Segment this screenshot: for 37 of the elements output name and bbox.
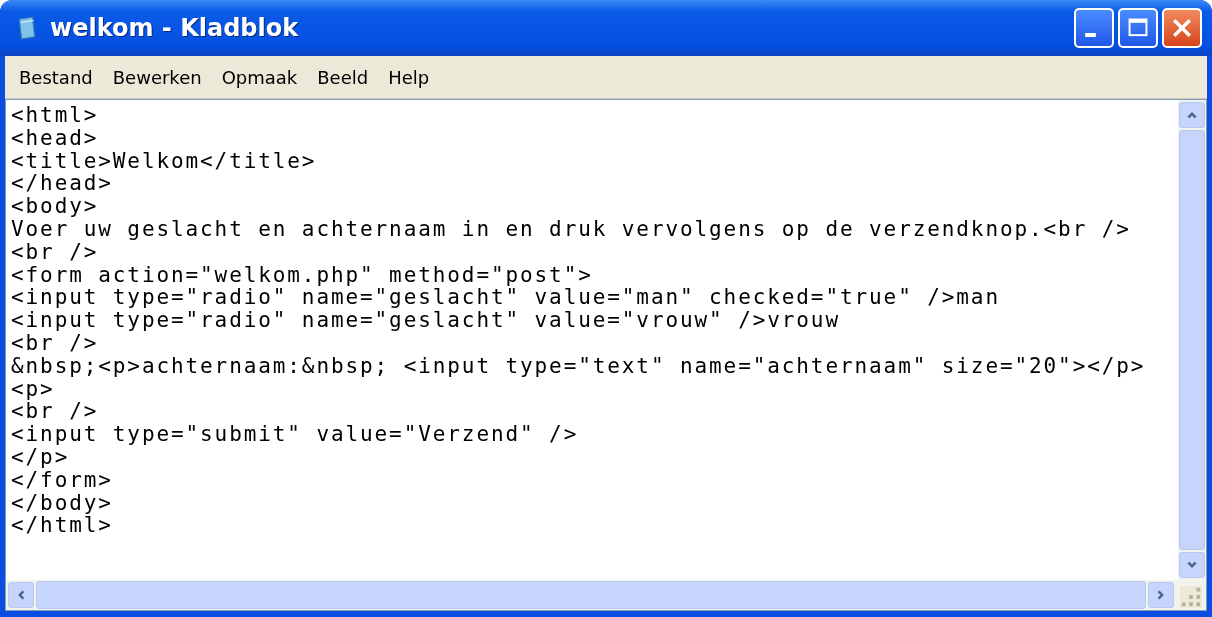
close-button[interactable]	[1162, 8, 1202, 48]
code-line: <title>Welkom</title>	[11, 149, 318, 173]
menu-item[interactable]: Bewerken	[112, 66, 202, 88]
notepad-icon	[16, 16, 38, 40]
vertical-scrollbar[interactable]	[1178, 100, 1206, 580]
menu-item[interactable]: Opmaak	[221, 66, 298, 88]
code-line: </p>	[11, 445, 70, 469]
menu-item[interactable]: Help	[388, 66, 430, 88]
resize-grip-icon[interactable]	[1180, 586, 1202, 608]
maximize-button[interactable]	[1118, 8, 1158, 48]
code-line: <form action="welkom.php" method="post">	[11, 263, 594, 287]
code-line: <br />	[11, 240, 100, 264]
code-line: <input type="radio" name="geslacht" value="man" checked="true" />man	[11, 286, 1001, 310]
code-line: </body>	[11, 491, 114, 515]
minimize-icon	[1084, 33, 1096, 37]
code-line: </html>	[11, 514, 114, 538]
code-line: <head>	[11, 126, 100, 150]
code-line: <input type="submit" value="Verzend" />	[11, 423, 580, 446]
scroll-down-button[interactable]	[1179, 552, 1205, 578]
code-line: </form>	[11, 468, 114, 492]
code-line: <html>	[11, 104, 100, 127]
scroll-right-button[interactable]	[1148, 582, 1174, 608]
scroll-up-button[interactable]	[1179, 102, 1205, 128]
menu-item[interactable]: Beeld	[317, 66, 369, 88]
code-line: <br />	[11, 331, 100, 355]
window-title: welkom - Kladblok	[50, 14, 300, 42]
scroll-left-button[interactable]	[8, 582, 34, 608]
code-line: <br />	[11, 400, 100, 424]
code-line: &nbsp;<p>achternaam:&nbsp; <input type="text" name="achternaam" size="20"></p>	[11, 354, 1147, 378]
code-line: <body>	[11, 195, 100, 218]
scroll-thumb[interactable]	[1179, 130, 1205, 550]
minimize-button[interactable]	[1074, 8, 1114, 48]
menu-item[interactable]: Bestand	[19, 66, 93, 88]
code-line: </head>	[11, 172, 114, 196]
code-line: <input type="radio" name="geslacht" value="vrouw" />vrouw	[11, 309, 841, 332]
code-line: <p>	[11, 377, 55, 401]
code-line: Voer uw geslacht en achternaam in en druk vervolgens op de verzendknop.<br />	[11, 218, 1132, 241]
